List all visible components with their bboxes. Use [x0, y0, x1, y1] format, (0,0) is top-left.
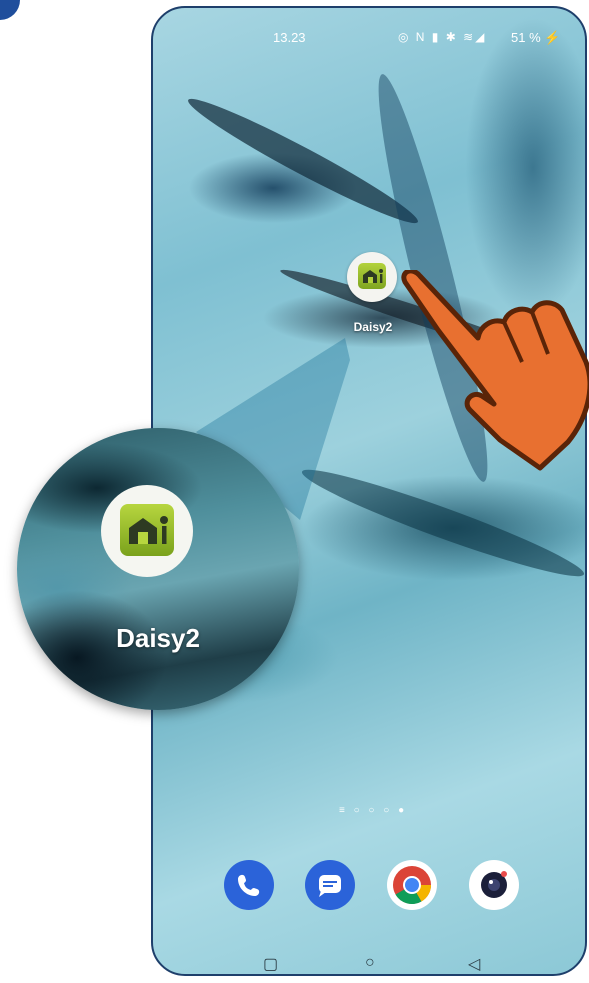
daisy2-app-icon[interactable]: [347, 252, 397, 302]
status-icons: ◎ N ▮ ✱ ≋◢: [398, 30, 487, 44]
battery-level: 51 % ⚡: [511, 30, 561, 45]
home-nav-button[interactable]: ○: [365, 954, 375, 972]
status-time: 13.23: [273, 30, 306, 45]
status-bar: 13.23 ◎ N ▮ ✱ ≋◢ 51 % ⚡: [153, 8, 585, 56]
phone-app-icon[interactable]: [224, 860, 274, 910]
zoomed-daisy2-label: Daisy2: [116, 623, 200, 653]
corner-badge: [0, 0, 20, 20]
back-nav-button[interactable]: ◁: [468, 954, 480, 974]
camera-app-icon[interactable]: [469, 860, 519, 910]
daisy2-app-label[interactable]: Daisy2: [338, 320, 408, 334]
zoom-lens: Daisy2: [17, 428, 299, 710]
page-indicator: ≡ ○ ○ ○ ●: [339, 805, 408, 816]
chrome-app-icon[interactable]: [387, 860, 437, 910]
pointing-hand-icon: [401, 270, 589, 471]
messages-app-icon[interactable]: [305, 860, 355, 910]
zoomed-daisy2-logo-icon: [120, 504, 174, 556]
recents-nav-button[interactable]: ▢: [263, 954, 278, 974]
zoomed-daisy2-icon: [101, 485, 193, 577]
daisy2-logo-icon: [358, 263, 386, 289]
